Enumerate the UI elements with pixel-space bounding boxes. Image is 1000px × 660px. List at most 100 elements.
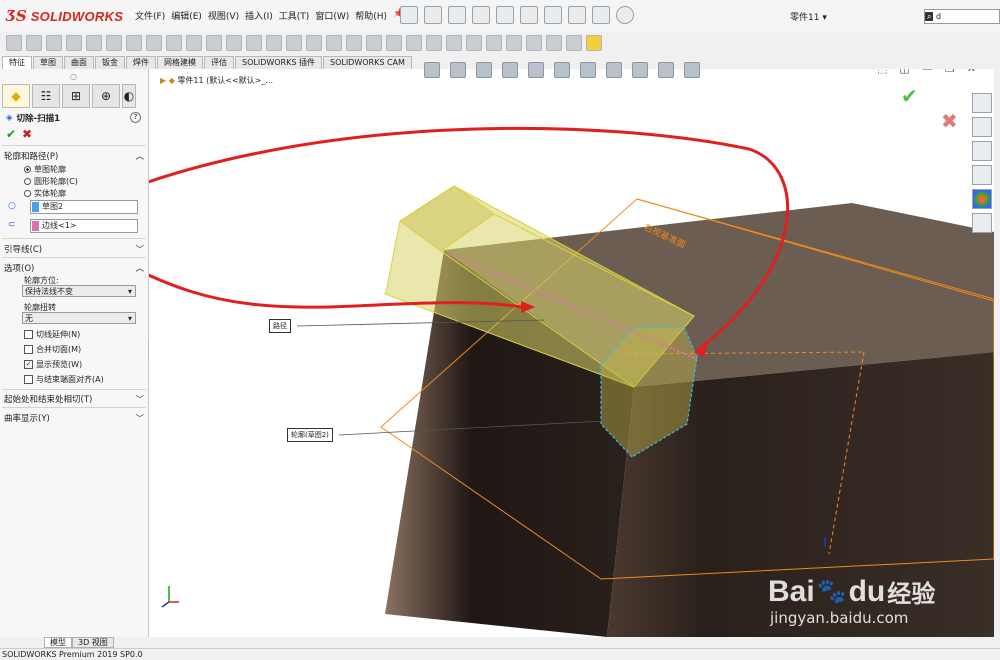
pattern-icon[interactable] <box>146 35 162 51</box>
profile-selection-field[interactable]: 草图2 <box>30 200 138 214</box>
delete-body-icon[interactable] <box>406 35 422 51</box>
split-view-icon[interactable]: ◫ <box>899 69 909 75</box>
radio-solid-profile[interactable]: 实体轮廓 <box>24 188 78 199</box>
zoom-to-fit-icon[interactable] <box>424 62 440 78</box>
confirm-ok-icon[interactable]: ✔ <box>901 84 918 108</box>
split-icon[interactable] <box>366 35 382 51</box>
new-doc-icon[interactable] <box>424 6 442 24</box>
zoom-to-area-icon[interactable] <box>450 62 466 78</box>
edit-appearance-icon[interactable] <box>632 62 648 78</box>
design-library-icon[interactable] <box>972 117 992 137</box>
intersect-icon[interactable] <box>226 35 242 51</box>
radio-circular-profile[interactable]: 圆形轮廓(C) <box>24 176 78 187</box>
confirm-cancel-icon[interactable]: ✖ <box>941 109 958 133</box>
sw-resources-icon[interactable] <box>972 93 992 113</box>
view-orientation-icon[interactable] <box>554 62 570 78</box>
freeform-icon[interactable] <box>446 35 462 51</box>
combine-icon[interactable] <box>346 35 362 51</box>
orientation-dropdown[interactable]: 保持法线不变 ▾ <box>22 285 136 297</box>
section-view-icon[interactable] <box>502 62 518 78</box>
options-icon[interactable] <box>616 6 634 24</box>
checkbox-merge-tangent-faces[interactable]: 合并切面(M) <box>24 344 104 355</box>
tab-sketch[interactable]: 草图 <box>33 56 63 69</box>
display-manager-icon[interactable]: ◐ <box>122 84 136 108</box>
wrap-icon[interactable] <box>186 35 202 51</box>
flex-icon[interactable] <box>486 35 502 51</box>
tab-evaluate[interactable]: 评估 <box>204 56 234 69</box>
restore-icon[interactable]: ❐ <box>945 69 955 75</box>
dome-icon[interactable] <box>466 35 482 51</box>
help-icon[interactable]: ? <box>130 112 141 123</box>
view-palette-icon[interactable] <box>972 165 992 185</box>
section-options[interactable]: 选项(O) ︿ <box>4 262 144 274</box>
instant3d-icon[interactable] <box>326 35 342 51</box>
section-curvature-display[interactable]: 曲率显示(Y) ﹀ <box>4 412 144 424</box>
close-icon[interactable]: ✕ <box>967 69 976 75</box>
tab-features[interactable]: 特征 <box>2 56 32 69</box>
previous-view-icon[interactable] <box>476 62 492 78</box>
menu-help[interactable]: 帮助(H) <box>352 9 390 22</box>
configuration-manager-icon[interactable]: ⊞ <box>62 84 90 108</box>
ruler-icon[interactable] <box>586 35 602 51</box>
path-selection-field[interactable]: 边线<1> <box>30 219 138 233</box>
callout-path[interactable]: 路径 <box>269 319 291 333</box>
revolve-cut-icon[interactable] <box>106 35 122 51</box>
hide-show-items-icon[interactable] <box>606 62 622 78</box>
tab-3d-views[interactable]: 3D 视图 <box>72 637 114 648</box>
menu-window[interactable]: 窗口(W) <box>312 9 352 22</box>
scale-icon[interactable] <box>426 35 442 51</box>
file-properties-icon[interactable] <box>592 6 610 24</box>
tab-model[interactable]: 模型 <box>44 637 72 648</box>
fillet-icon[interactable] <box>126 35 142 51</box>
draft-icon[interactable] <box>206 35 222 51</box>
select-icon[interactable] <box>544 6 562 24</box>
checkbox-show-preview[interactable]: ✓ 显示预览(W) <box>24 359 104 370</box>
indent-icon[interactable] <box>506 35 522 51</box>
move-copy-icon[interactable] <box>386 35 402 51</box>
section-start-end-tangency[interactable]: 起始处和结束处相切(T) ﹀ <box>4 393 144 405</box>
menu-tools[interactable]: 工具(T) <box>276 9 313 22</box>
section-profile-path[interactable]: 轮廓和路径(P) ︿ <box>4 150 144 162</box>
undo-icon[interactable] <box>520 6 538 24</box>
tab-sheet-metal[interactable]: 钣金 <box>95 56 125 69</box>
minimize-icon[interactable]: — <box>922 69 933 75</box>
section-guide-curves[interactable]: 引导线(C) ﹀ <box>4 243 144 255</box>
shell-icon[interactable] <box>246 35 262 51</box>
feature-manager-icon[interactable]: ◆ <box>2 84 30 108</box>
dimxpert-icon[interactable]: ⊕ <box>92 84 120 108</box>
callout-profile[interactable]: 轮廓(草图2) <box>287 428 333 442</box>
feature-tree-breadcrumb[interactable]: ▶ ◆ 零件11 (默认<<默认>_... <box>160 75 273 86</box>
rebuild-icon[interactable] <box>568 6 586 24</box>
mirror-icon[interactable] <box>266 35 282 51</box>
search-input[interactable]: ⌕ d <box>924 9 1000 24</box>
deform-icon[interactable] <box>526 35 542 51</box>
extrude-boss-icon[interactable] <box>6 35 22 51</box>
apply-scene-icon[interactable] <box>658 62 674 78</box>
twist-dropdown[interactable]: 无 ▾ <box>22 312 136 324</box>
tab-mesh-modeling[interactable]: 网格建模 <box>157 56 203 69</box>
print-icon[interactable] <box>496 6 514 24</box>
reference-geometry-icon[interactable] <box>286 35 302 51</box>
checkbox-tangent-propagation[interactable]: 切线延伸(N) <box>24 329 104 340</box>
rib-icon[interactable] <box>166 35 182 51</box>
menu-file[interactable]: 文件(F) <box>132 9 168 22</box>
hole-wizard-icon[interactable] <box>86 35 102 51</box>
menu-view[interactable]: 视图(V) <box>205 9 242 22</box>
view-settings-icon[interactable] <box>684 62 700 78</box>
menu-edit[interactable]: 编辑(E) <box>168 9 205 22</box>
display-style-icon[interactable] <box>580 62 596 78</box>
curves-icon[interactable] <box>306 35 322 51</box>
menu-insert[interactable]: 插入(I) <box>242 9 276 22</box>
measure-icon[interactable] <box>566 35 582 51</box>
extrude-cut-icon[interactable] <box>66 35 82 51</box>
cancel-icon[interactable]: ✖ <box>22 127 32 141</box>
panel-grip[interactable]: ○ <box>70 72 77 81</box>
tab-surfaces[interactable]: 曲面 <box>64 56 94 69</box>
custom-properties-icon[interactable] <box>972 213 992 233</box>
file-explorer-icon[interactable] <box>972 141 992 161</box>
revolve-boss-icon[interactable] <box>26 35 42 51</box>
property-manager-icon[interactable]: ☷ <box>32 84 60 108</box>
tab-cam[interactable]: SOLIDWORKS CAM <box>322 56 412 69</box>
dynamic-annotation-icon[interactable] <box>528 62 544 78</box>
save-icon[interactable] <box>472 6 490 24</box>
